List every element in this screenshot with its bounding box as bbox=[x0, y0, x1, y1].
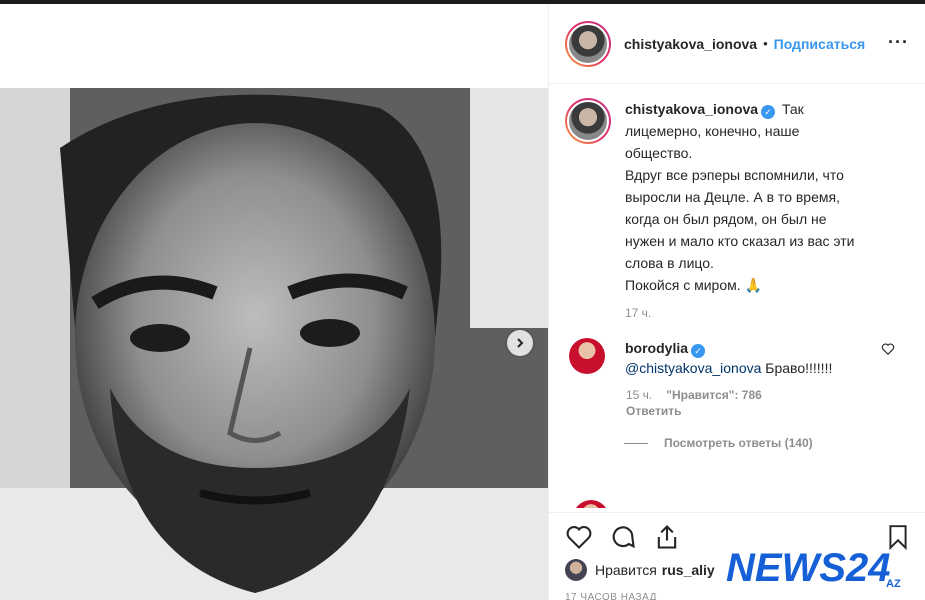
comment-icon[interactable] bbox=[609, 523, 637, 551]
commenter-username[interactable]: borodylia bbox=[625, 340, 688, 356]
next-commenter-avatar bbox=[573, 500, 609, 508]
post-time-ago: 17 ЧАСОВ НАЗАД bbox=[565, 592, 657, 600]
likes-prefix: Нравится bbox=[595, 562, 657, 578]
share-icon[interactable] bbox=[653, 523, 681, 551]
post-header: chistyakova_ionova • Подписаться ··· bbox=[549, 4, 925, 84]
next-comment-partial bbox=[549, 496, 925, 508]
caption-line-7: слова в лицо. bbox=[625, 255, 714, 271]
view-replies-button[interactable]: Посмотреть ответы (140) bbox=[624, 436, 925, 450]
caption-line-0: Так bbox=[781, 101, 804, 117]
photo-area bbox=[0, 4, 548, 600]
comment-meta: 15 ч. "Нравится": 786 Ответить bbox=[626, 388, 925, 418]
caption-line-2: общество. bbox=[625, 145, 693, 161]
comment-likes[interactable]: "Нравится": 786 bbox=[666, 388, 762, 402]
commenter-avatar[interactable] bbox=[569, 338, 605, 374]
liker-avatar[interactable] bbox=[565, 559, 587, 581]
header-separator: • bbox=[763, 36, 768, 51]
likes-row: Нравится rus_aliy bbox=[565, 559, 715, 581]
comment-item: borodylia ✓ @chistyakova_ionova Браво!!!!… bbox=[549, 320, 925, 378]
reply-button[interactable]: Ответить bbox=[626, 404, 925, 418]
post-side-panel: chistyakova_ionova • Подписаться ··· chi… bbox=[548, 4, 925, 600]
next-photo-button[interactable] bbox=[507, 330, 533, 356]
replies-line bbox=[624, 442, 648, 444]
view-replies-label: Посмотреть ответы (140) bbox=[664, 436, 813, 450]
caption-line-4: выросли на Децле. А в то время, bbox=[625, 189, 840, 205]
chevron-right-icon bbox=[517, 338, 524, 348]
verified-icon: ✓ bbox=[761, 105, 776, 119]
post-caption: chistyakova_ionova ✓ Так лицемерно, конеч… bbox=[549, 84, 925, 296]
verified-icon: ✓ bbox=[691, 344, 706, 358]
caption-line-1: лицемерно, конечно, наше bbox=[625, 123, 800, 139]
liked-by-username[interactable]: rus_aliy bbox=[662, 562, 715, 578]
caption-username[interactable]: chistyakova_ionova bbox=[625, 101, 758, 117]
heart-icon[interactable] bbox=[565, 523, 593, 551]
portrait-image bbox=[0, 88, 548, 600]
comment-body: borodylia ✓ @chistyakova_ionova Браво!!!!… bbox=[625, 338, 865, 378]
caption-line-8: Покойся с миром. 🙏 bbox=[625, 277, 762, 293]
comment-time[interactable]: 15 ч. bbox=[626, 388, 652, 402]
follow-button[interactable]: Подписаться bbox=[774, 36, 866, 52]
caption-line-6: нужен и мало кто сказал из вас эти bbox=[625, 233, 855, 249]
author-avatar[interactable] bbox=[565, 20, 611, 67]
caption-text: chistyakova_ionova ✓ Так лицемерно, конеч… bbox=[625, 98, 885, 296]
comment-mention[interactable]: @chistyakova_ionova bbox=[625, 360, 761, 376]
author-username[interactable]: chistyakova_ionova bbox=[624, 36, 757, 52]
watermark-suffix: AZ bbox=[886, 578, 901, 589]
comment-text: Браво!!!!!!! bbox=[761, 360, 833, 376]
news24-watermark-logo: NEWS24 AZ bbox=[725, 545, 901, 589]
more-options-icon[interactable]: ··· bbox=[888, 32, 909, 53]
caption-avatar[interactable] bbox=[565, 98, 611, 144]
post-photo[interactable] bbox=[0, 88, 548, 600]
caption-line-5: когда он был рядом, он был не bbox=[625, 211, 827, 227]
like-comment-icon[interactable] bbox=[881, 342, 895, 356]
watermark-text: NEWS24 bbox=[726, 546, 891, 589]
caption-time[interactable]: 17 ч. bbox=[625, 306, 925, 320]
instagram-post-window: chistyakova_ionova • Подписаться ··· chi… bbox=[0, 0, 925, 600]
caption-line-3: Вдруг все рэперы вспомнили, что bbox=[625, 167, 844, 183]
